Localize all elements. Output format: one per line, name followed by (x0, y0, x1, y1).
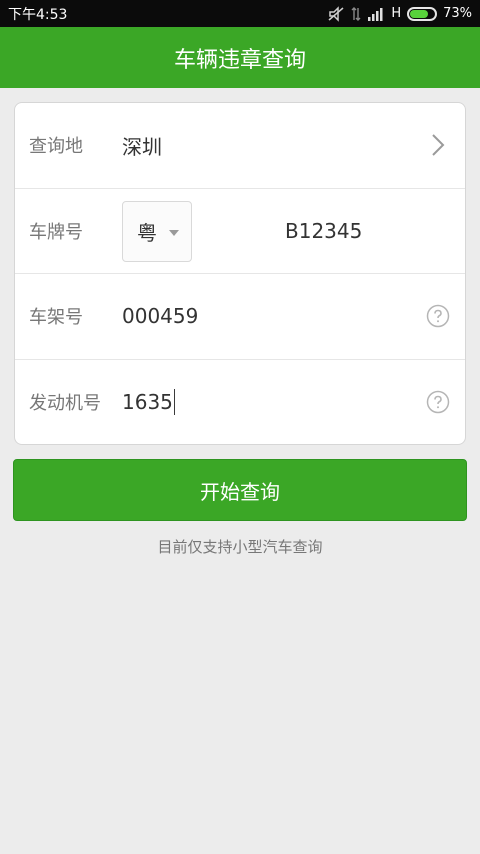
engine-number-input[interactable]: 1635 (122, 389, 175, 416)
engine-row: 发动机号 1635 (15, 360, 465, 445)
title-bar: 车辆违章查询 (0, 27, 480, 88)
dropdown-caret-icon (169, 229, 179, 236)
status-icons: H 73% (327, 5, 472, 22)
chevron-right-icon (432, 134, 445, 156)
frame-number-input[interactable]: 000459 (122, 304, 198, 328)
engine-number-value: 1635 (122, 390, 173, 415)
query-form-card: 查询地 深圳 车牌号 粤 B12345 车架号 000459 发动机号 1635 (14, 102, 466, 445)
start-query-button[interactable]: 开始查询 (13, 459, 467, 521)
location-label: 查询地 (29, 136, 83, 158)
province-value: 粤 (137, 220, 157, 245)
engine-label: 发动机号 (29, 393, 101, 415)
location-value: 深圳 (122, 134, 162, 159)
province-select[interactable]: 粤 (122, 200, 192, 262)
text-cursor (173, 389, 175, 416)
plate-number-input[interactable]: B12345 (285, 219, 362, 243)
plate-row: 车牌号 粤 B12345 (15, 189, 465, 274)
battery-icon (407, 6, 438, 21)
help-icon[interactable] (426, 304, 450, 328)
network-type: H (391, 6, 402, 21)
battery-percent: 73% (443, 6, 472, 21)
location-row[interactable]: 查询地 深圳 (15, 103, 465, 189)
status-bar: 下午4:53 H 73% (0, 0, 480, 27)
frame-row: 车架号 000459 (15, 274, 465, 360)
page-title: 车辆违章查询 (173, 47, 306, 73)
frame-label: 车架号 (29, 307, 83, 329)
plate-label: 车牌号 (29, 221, 83, 243)
signal-icon (367, 7, 385, 21)
support-note: 目前仅支持小型汽车查询 (157, 538, 323, 556)
help-icon[interactable] (426, 390, 450, 414)
mute-icon (327, 5, 345, 22)
status-time: 下午4:53 (8, 6, 68, 23)
data-transfer-icon (351, 6, 361, 22)
